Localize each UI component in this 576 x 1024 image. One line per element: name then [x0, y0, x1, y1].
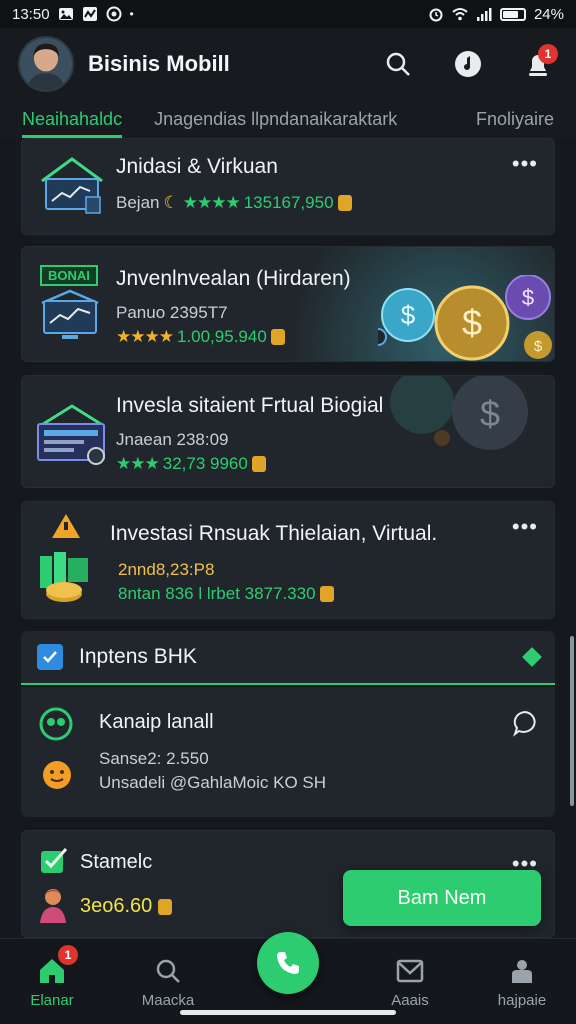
investment-card-3[interactable]: Invesla sitaient Frtual Biogial Jnaean 2…	[21, 375, 555, 488]
house-monitor-icon	[36, 404, 108, 473]
card-meta: 8ntan 836 l lrbet 3877.330	[118, 584, 334, 604]
svg-text:$: $	[401, 300, 416, 330]
more-options-button[interactable]: •••	[512, 853, 538, 875]
svg-text:$: $	[462, 302, 482, 343]
battery-icon	[499, 7, 526, 21]
app-title: Bisinis Mobill	[88, 51, 230, 76]
emoji-icon	[41, 759, 73, 796]
coin-stack-icon: $ $ $ $	[369, 274, 554, 361]
activity-icon	[82, 6, 98, 22]
section-title: Inptens BHK	[79, 645, 197, 668]
nav-item-profile[interactable]: hajpaie	[472, 939, 572, 1024]
diamond-icon[interactable]	[522, 647, 542, 667]
star-rating: ★★★★	[116, 327, 174, 346]
card-sub: Panuo 2395T7	[116, 303, 228, 322]
card-sub: Jnaean 238:09	[116, 430, 229, 449]
search-icon	[386, 52, 410, 76]
house-chart-icon	[36, 155, 108, 224]
tag-badge: BONAI	[40, 265, 98, 286]
card-value: 8ntan 836 l lrbet 3877.330	[118, 584, 316, 603]
section-header[interactable]: Inptens BHK	[21, 631, 555, 685]
nav-label: Maacka	[141, 991, 195, 1009]
star-rating: ★★★★	[182, 193, 241, 212]
home-indicator	[180, 1010, 396, 1015]
monitor-chart-icon	[38, 289, 102, 350]
mail-icon	[396, 959, 424, 982]
phone-icon	[277, 952, 299, 974]
nav-label: Aaais	[391, 991, 429, 1009]
tab-2[interactable]: Jnagendias llpndanaikaraktark	[154, 100, 397, 138]
notification-badge: 1	[538, 44, 558, 64]
svg-text:$: $	[522, 285, 534, 310]
coin-bag-icon	[270, 329, 285, 345]
avatar[interactable]	[18, 36, 74, 92]
more-options-button[interactable]: •••	[512, 153, 538, 175]
svg-text:$: $	[480, 393, 500, 434]
stats-value-row: 3eo6.60	[80, 895, 173, 918]
money-stack-icon	[36, 512, 106, 609]
alarm-icon	[428, 6, 444, 22]
section-body: Kanaip lanall Sanse2: 2.550 Unsadeli @Ga…	[21, 687, 555, 817]
wifi-icon	[452, 6, 468, 22]
investment-card-2[interactable]: BONAI Jnvenlnvealan (Hirdaren) Panuo 239…	[21, 246, 555, 362]
item-line-2: Unsadeli @GahlaMoic KO SH	[99, 773, 327, 792]
signal-icon	[476, 6, 492, 22]
check-icon	[40, 847, 68, 880]
card-title: Investasi Rnsuak Thielaian, Virtual.	[110, 522, 438, 545]
dot-icon: •	[129, 7, 134, 21]
image-icon	[58, 6, 74, 22]
search-button[interactable]	[378, 44, 418, 84]
card-meta: Bejan ☾ ★★★★ 135167,950	[116, 193, 352, 213]
contact-icon	[39, 707, 73, 746]
status-bar: 13:50 • 24%	[0, 0, 576, 28]
battery-percent: 24%	[533, 5, 564, 23]
svg-text:$: $	[534, 338, 543, 355]
search-icon	[156, 959, 180, 983]
investment-card-4[interactable]: Investasi Rnsuak Thielaian, Virtual. 2nn…	[21, 501, 555, 619]
coin-bag-icon	[251, 456, 266, 472]
item-title: Kanaip lanall	[99, 711, 214, 733]
primary-action-button[interactable]: Bam Nem	[343, 870, 541, 926]
status-time: 13:50	[12, 5, 50, 23]
profile-icon	[512, 959, 532, 983]
item-line-1: Sanse2: 2.550	[99, 749, 209, 768]
nav-badge: 1	[58, 945, 78, 965]
card-sub: Bejan	[116, 193, 160, 212]
nav-item-home[interactable]: Elanar 1	[2, 939, 102, 1024]
faded-coin-icon: $	[378, 376, 548, 487]
card-meta: ★★★ 32,73 9960	[116, 454, 266, 474]
music-button[interactable]	[448, 44, 488, 84]
card-title: Jnvenlnvealan (Hirdaren)	[116, 267, 351, 290]
coin-symbol-icon: ☾	[163, 193, 179, 212]
star-rating: ★★★	[116, 454, 160, 473]
nav-label: hajpaie	[497, 991, 547, 1009]
card-value: 32,73 9960	[162, 454, 248, 473]
coin-bag-icon	[158, 898, 173, 915]
tab-1[interactable]: Neaihahaldc	[22, 100, 123, 138]
music-note-icon	[455, 51, 481, 77]
card-title: Jnidasi & Virkuan	[116, 155, 278, 178]
call-button[interactable]	[257, 932, 319, 994]
more-options-button[interactable]: •••	[512, 516, 538, 538]
notification-button[interactable]: 1	[518, 44, 558, 84]
card-value: 135167,950	[243, 193, 334, 212]
chat-bubble-icon[interactable]	[511, 709, 539, 742]
stats-value: 3eo6.60	[80, 895, 153, 917]
scrollbar[interactable]	[570, 636, 574, 806]
card-value: 1.00,95.940	[176, 327, 267, 346]
coin-bag-icon	[337, 195, 352, 211]
checkbox-icon[interactable]	[37, 644, 63, 670]
person-icon	[38, 887, 68, 928]
card-title: Invesla sitaient Frtual Biogial	[116, 394, 384, 417]
card-sub: 2nnd8,23:P8	[118, 560, 215, 579]
coin-bag-icon	[319, 586, 334, 602]
tab-3[interactable]: Fnoliyaire	[476, 100, 554, 138]
stats-title: Stamelc	[80, 851, 153, 873]
whatsapp-icon	[106, 6, 122, 22]
nav-label: Elanar	[30, 991, 74, 1009]
card-meta: ★★★★ 1.00,95.940	[116, 327, 285, 347]
app-header: Bisinis Mobill 1	[0, 28, 576, 100]
tab-bar: Neaihahaldc Jnagendias llpndanaikaraktar…	[0, 100, 576, 138]
investment-card-1[interactable]: Jnidasi & Virkuan Bejan ☾ ★★★★ 135167,95…	[21, 138, 555, 235]
